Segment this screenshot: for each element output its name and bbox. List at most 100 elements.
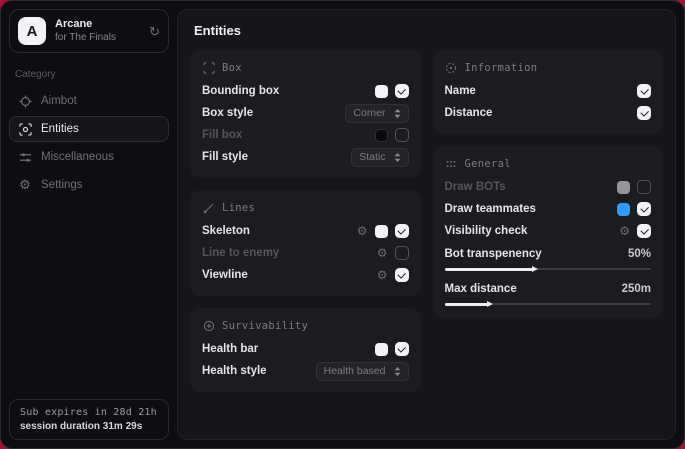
setting-label: Draw teammates: [445, 203, 536, 215]
fill-style-dropdown[interactable]: Static: [351, 148, 408, 167]
sidebar-item-label: Settings: [41, 179, 83, 191]
entities-icon: [18, 122, 32, 136]
card-title: General: [465, 158, 511, 170]
dropdown-value: Health based: [324, 365, 386, 377]
checkbox-checked[interactable]: [395, 224, 409, 238]
page-title: Entities: [178, 10, 675, 48]
checkbox-checked[interactable]: [395, 84, 409, 98]
gear-icon[interactable]: ⚙: [619, 225, 630, 237]
setting-label: Visibility check: [445, 225, 528, 237]
setting-row-draw-teammates: Draw teammates: [445, 198, 652, 220]
lines-card: Lines Skeleton ⚙ Line to enemy: [190, 190, 421, 296]
setting-row-health-style: Health style Health based: [202, 360, 409, 382]
checkbox-checked[interactable]: [395, 268, 409, 282]
right-column: Information Name Distance: [433, 50, 664, 318]
gear-icon[interactable]: ⚙: [377, 247, 388, 259]
setting-row-line-to-enemy: Line to enemy ⚙: [202, 242, 409, 264]
setting-label: Line to enemy: [202, 247, 279, 259]
slider-handle[interactable]: [532, 266, 538, 272]
setting-row-visibility-check: Visibility check ⚙: [445, 220, 652, 242]
chevron-updown-icon: [394, 367, 401, 376]
setting-row-fill-box: Fill box: [202, 124, 409, 146]
sidebar-item-entities[interactable]: Entities: [9, 116, 169, 142]
sub-expiry-text: Sub expires in 28d 21h: [20, 407, 158, 418]
setting-row-bounding-box: Bounding box: [202, 80, 409, 102]
setting-row-skeleton: Skeleton ⚙: [202, 220, 409, 242]
color-swatch[interactable]: [375, 129, 388, 142]
sidebar-item-label: Entities: [41, 123, 79, 135]
checkbox-checked[interactable]: [637, 84, 651, 98]
chevron-updown-icon: [394, 109, 401, 118]
setting-row-draw-bots: Draw BOTs: [445, 176, 652, 198]
subscription-info-box: Sub expires in 28d 21h session duration …: [9, 399, 169, 440]
setting-row-health-bar: Health bar: [202, 338, 409, 360]
health-icon: [202, 319, 215, 332]
checkbox-unchecked[interactable]: [637, 180, 651, 194]
sidebar-item-aimbot[interactable]: Aimbot: [9, 88, 169, 114]
sliders-icon: [18, 150, 32, 164]
card-title: Information: [465, 62, 538, 74]
sidebar: A Arcane for The Finals ↻ Category Aimbo…: [1, 1, 177, 448]
main-panel: Entities Box Bounding box: [177, 9, 676, 440]
slider-value: 50%: [628, 248, 651, 260]
app-subtitle: for The Finals: [55, 32, 116, 44]
sidebar-nav: Aimbot Entities: [1, 88, 177, 198]
app-logo: A: [18, 17, 46, 45]
gear-icon[interactable]: ⚙: [377, 269, 388, 281]
sidebar-item-settings[interactable]: ⚙ Settings: [9, 172, 169, 198]
max-distance-slider[interactable]: [445, 300, 652, 308]
setting-row-fill-style: Fill style Static: [202, 146, 409, 168]
color-swatch[interactable]: [375, 85, 388, 98]
checkbox-checked[interactable]: [637, 202, 651, 216]
checkbox-checked[interactable]: [637, 224, 651, 238]
category-label: Category: [15, 69, 163, 80]
sidebar-item-label: Aimbot: [41, 95, 77, 107]
slider-handle[interactable]: [487, 301, 493, 307]
session-duration-text: session duration 31m 29s: [20, 421, 158, 432]
card-title: Box: [222, 62, 242, 74]
gear-icon[interactable]: ⚙: [357, 225, 368, 237]
box-icon: [202, 61, 215, 74]
setting-label: Name: [445, 85, 476, 97]
setting-row-viewline: Viewline ⚙: [202, 264, 409, 286]
setting-label: Health style: [202, 365, 267, 377]
max-distance-setting: Max distance 250m: [445, 279, 652, 308]
card-title: Survivability: [222, 320, 308, 332]
setting-row-box-style: Box style Corner: [202, 102, 409, 124]
chevron-updown-icon: [394, 153, 401, 162]
box-card: Box Bounding box Box style: [190, 50, 421, 178]
crosshair-icon: [18, 94, 32, 108]
slider-value: 250m: [622, 283, 651, 295]
refresh-icon[interactable]: ↻: [149, 25, 160, 38]
setting-label: Fill style: [202, 151, 248, 163]
setting-label: Skeleton: [202, 225, 250, 237]
left-column: Box Bounding box Box style: [190, 50, 421, 392]
box-style-dropdown[interactable]: Corner: [345, 104, 408, 123]
checkbox-unchecked[interactable]: [395, 246, 409, 260]
bot-transparency-slider[interactable]: [445, 265, 652, 273]
dropdown-value: Static: [359, 151, 385, 163]
checkbox-checked[interactable]: [637, 106, 651, 120]
app-header-card: A Arcane for The Finals ↻: [9, 9, 169, 53]
bot-transparency-setting: Bot transpenency 50%: [445, 244, 652, 273]
setting-label: Max distance: [445, 283, 517, 295]
color-swatch[interactable]: [617, 181, 630, 194]
checkbox-unchecked[interactable]: [395, 128, 409, 142]
information-card: Information Name Distance: [433, 50, 664, 134]
color-swatch[interactable]: [617, 203, 630, 216]
health-style-dropdown[interactable]: Health based: [316, 362, 409, 381]
setting-row-distance: Distance: [445, 102, 652, 124]
color-swatch[interactable]: [375, 343, 388, 356]
setting-label: Fill box: [202, 129, 242, 141]
setting-row-name: Name: [445, 80, 652, 102]
checkbox-checked[interactable]: [395, 342, 409, 356]
dropdown-value: Corner: [353, 107, 385, 119]
setting-label: Draw BOTs: [445, 181, 506, 193]
general-card: General Draw BOTs Draw teammates: [433, 146, 664, 318]
setting-label: Health bar: [202, 343, 258, 355]
color-swatch[interactable]: [375, 225, 388, 238]
setting-label: Bounding box: [202, 85, 279, 97]
setting-label: Viewline: [202, 269, 248, 281]
sidebar-item-miscellaneous[interactable]: Miscellaneous: [9, 144, 169, 170]
card-title: Lines: [222, 202, 255, 214]
